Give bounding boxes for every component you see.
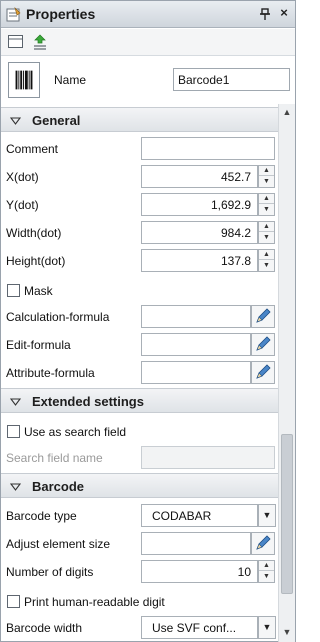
vertical-scrollbar[interactable]: ▲ ▼	[278, 104, 295, 642]
use-as-search-checkbox[interactable]	[7, 425, 20, 438]
chevron-down-icon[interactable]	[10, 115, 21, 126]
mask-label: Mask	[24, 284, 53, 298]
section-general-label: General	[32, 113, 81, 128]
number-of-digits-stepper[interactable]: ▲ ▼	[258, 560, 275, 583]
height-field[interactable]: 137.8	[141, 249, 258, 272]
sort-icon[interactable]	[31, 33, 49, 51]
spin-down-icon[interactable]: ▼	[259, 233, 274, 243]
edit-formula-label: Edit-formula	[6, 338, 71, 352]
width-label: Width(dot)	[6, 226, 62, 240]
close-icon[interactable]: ×	[277, 6, 291, 20]
spin-down-icon[interactable]: ▼	[259, 572, 274, 582]
calc-formula-label: Calculation-formula	[6, 310, 110, 324]
section-extended-label: Extended settings	[32, 394, 144, 409]
spin-up-icon[interactable]: ▲	[259, 166, 274, 176]
barcode-type-select[interactable]: CODABAR	[141, 504, 258, 527]
chevron-down-icon[interactable]	[10, 481, 21, 492]
title-bar: Properties ×	[1, 1, 295, 28]
chevron-down-icon[interactable]	[10, 396, 21, 407]
adjust-element-size-field[interactable]	[141, 532, 251, 555]
edit-formula-field[interactable]	[141, 333, 251, 356]
scroll-down-icon[interactable]: ▼	[281, 627, 293, 639]
section-general[interactable]: General	[1, 107, 278, 132]
use-as-search-label: Use as search field	[24, 425, 127, 439]
y-field[interactable]: 1,692.9	[141, 193, 258, 216]
dropdown-arrow-icon[interactable]: ▼	[258, 504, 276, 527]
calc-formula-edit-button[interactable]	[251, 305, 275, 328]
attribute-formula-field[interactable]	[141, 361, 251, 384]
barcode-width-label: Barcode width	[6, 621, 83, 635]
toolbar-divider	[1, 55, 295, 56]
spin-up-icon[interactable]: ▲	[259, 222, 274, 232]
categorized-view-icon[interactable]	[7, 33, 25, 51]
width-field[interactable]: 984.2	[141, 221, 258, 244]
x-stepper[interactable]: ▲ ▼	[258, 165, 275, 188]
number-of-digits-label: Number of digits	[6, 565, 94, 579]
properties-panel: Properties × Name Barcode1 General Comme…	[0, 0, 296, 642]
calc-formula-field[interactable]	[141, 305, 251, 328]
panel-title: Properties	[26, 6, 96, 22]
spin-down-icon[interactable]: ▼	[259, 177, 274, 187]
spin-down-icon[interactable]: ▼	[259, 261, 274, 271]
x-label: X(dot)	[6, 170, 39, 184]
properties-icon	[6, 7, 21, 22]
dropdown-arrow-icon[interactable]: ▼	[258, 616, 276, 639]
mask-checkbox[interactable]	[7, 284, 20, 297]
spin-up-icon[interactable]: ▲	[259, 194, 274, 204]
edit-formula-edit-button[interactable]	[251, 333, 275, 356]
pencil-icon	[256, 336, 271, 351]
search-field-name-label: Search field name	[6, 451, 103, 465]
height-label: Height(dot)	[6, 254, 66, 268]
print-human-readable-checkbox[interactable]	[7, 595, 20, 608]
number-of-digits-field[interactable]: 10	[141, 560, 258, 583]
name-label: Name	[54, 73, 87, 87]
pin-icon[interactable]	[258, 7, 272, 21]
y-label: Y(dot)	[6, 198, 39, 212]
section-barcode[interactable]: Barcode	[1, 473, 278, 498]
scrollbar-thumb[interactable]	[281, 434, 293, 594]
name-input[interactable]: Barcode1	[173, 68, 290, 91]
comment-field[interactable]	[141, 137, 275, 160]
scroll-up-icon[interactable]: ▲	[281, 107, 293, 119]
toolbar	[1, 29, 295, 55]
pencil-icon	[256, 308, 271, 323]
section-extended-settings[interactable]: Extended settings	[1, 388, 278, 413]
height-stepper[interactable]: ▲ ▼	[258, 249, 275, 272]
barcode-width-select[interactable]: Use SVF conf...	[141, 616, 258, 639]
section-barcode-label: Barcode	[32, 479, 85, 494]
width-stepper[interactable]: ▲ ▼	[258, 221, 275, 244]
barcode-type-label: Barcode type	[6, 509, 77, 523]
pencil-icon	[256, 364, 271, 379]
spin-down-icon[interactable]: ▼	[259, 205, 274, 215]
attribute-formula-label: Attribute-formula	[6, 366, 95, 380]
spin-up-icon[interactable]: ▲	[259, 561, 274, 571]
attribute-formula-edit-button[interactable]	[251, 361, 275, 384]
x-field[interactable]: 452.7	[141, 165, 258, 188]
search-field-name-input	[141, 446, 275, 469]
property-grid[interactable]: General Comment X(dot) 452.7 ▲ ▼ Y(dot) …	[1, 104, 295, 642]
pencil-icon	[256, 535, 271, 550]
comment-label: Comment	[6, 142, 59, 156]
y-stepper[interactable]: ▲ ▼	[258, 193, 275, 216]
name-row: Name Barcode1	[1, 57, 295, 103]
adjust-element-size-label: Adjust element size	[6, 537, 111, 551]
adjust-element-size-edit-button[interactable]	[251, 532, 275, 555]
spin-up-icon[interactable]: ▲	[259, 250, 274, 260]
barcode-icon	[8, 62, 40, 98]
print-human-readable-label: Print human-readable digit	[24, 595, 165, 609]
